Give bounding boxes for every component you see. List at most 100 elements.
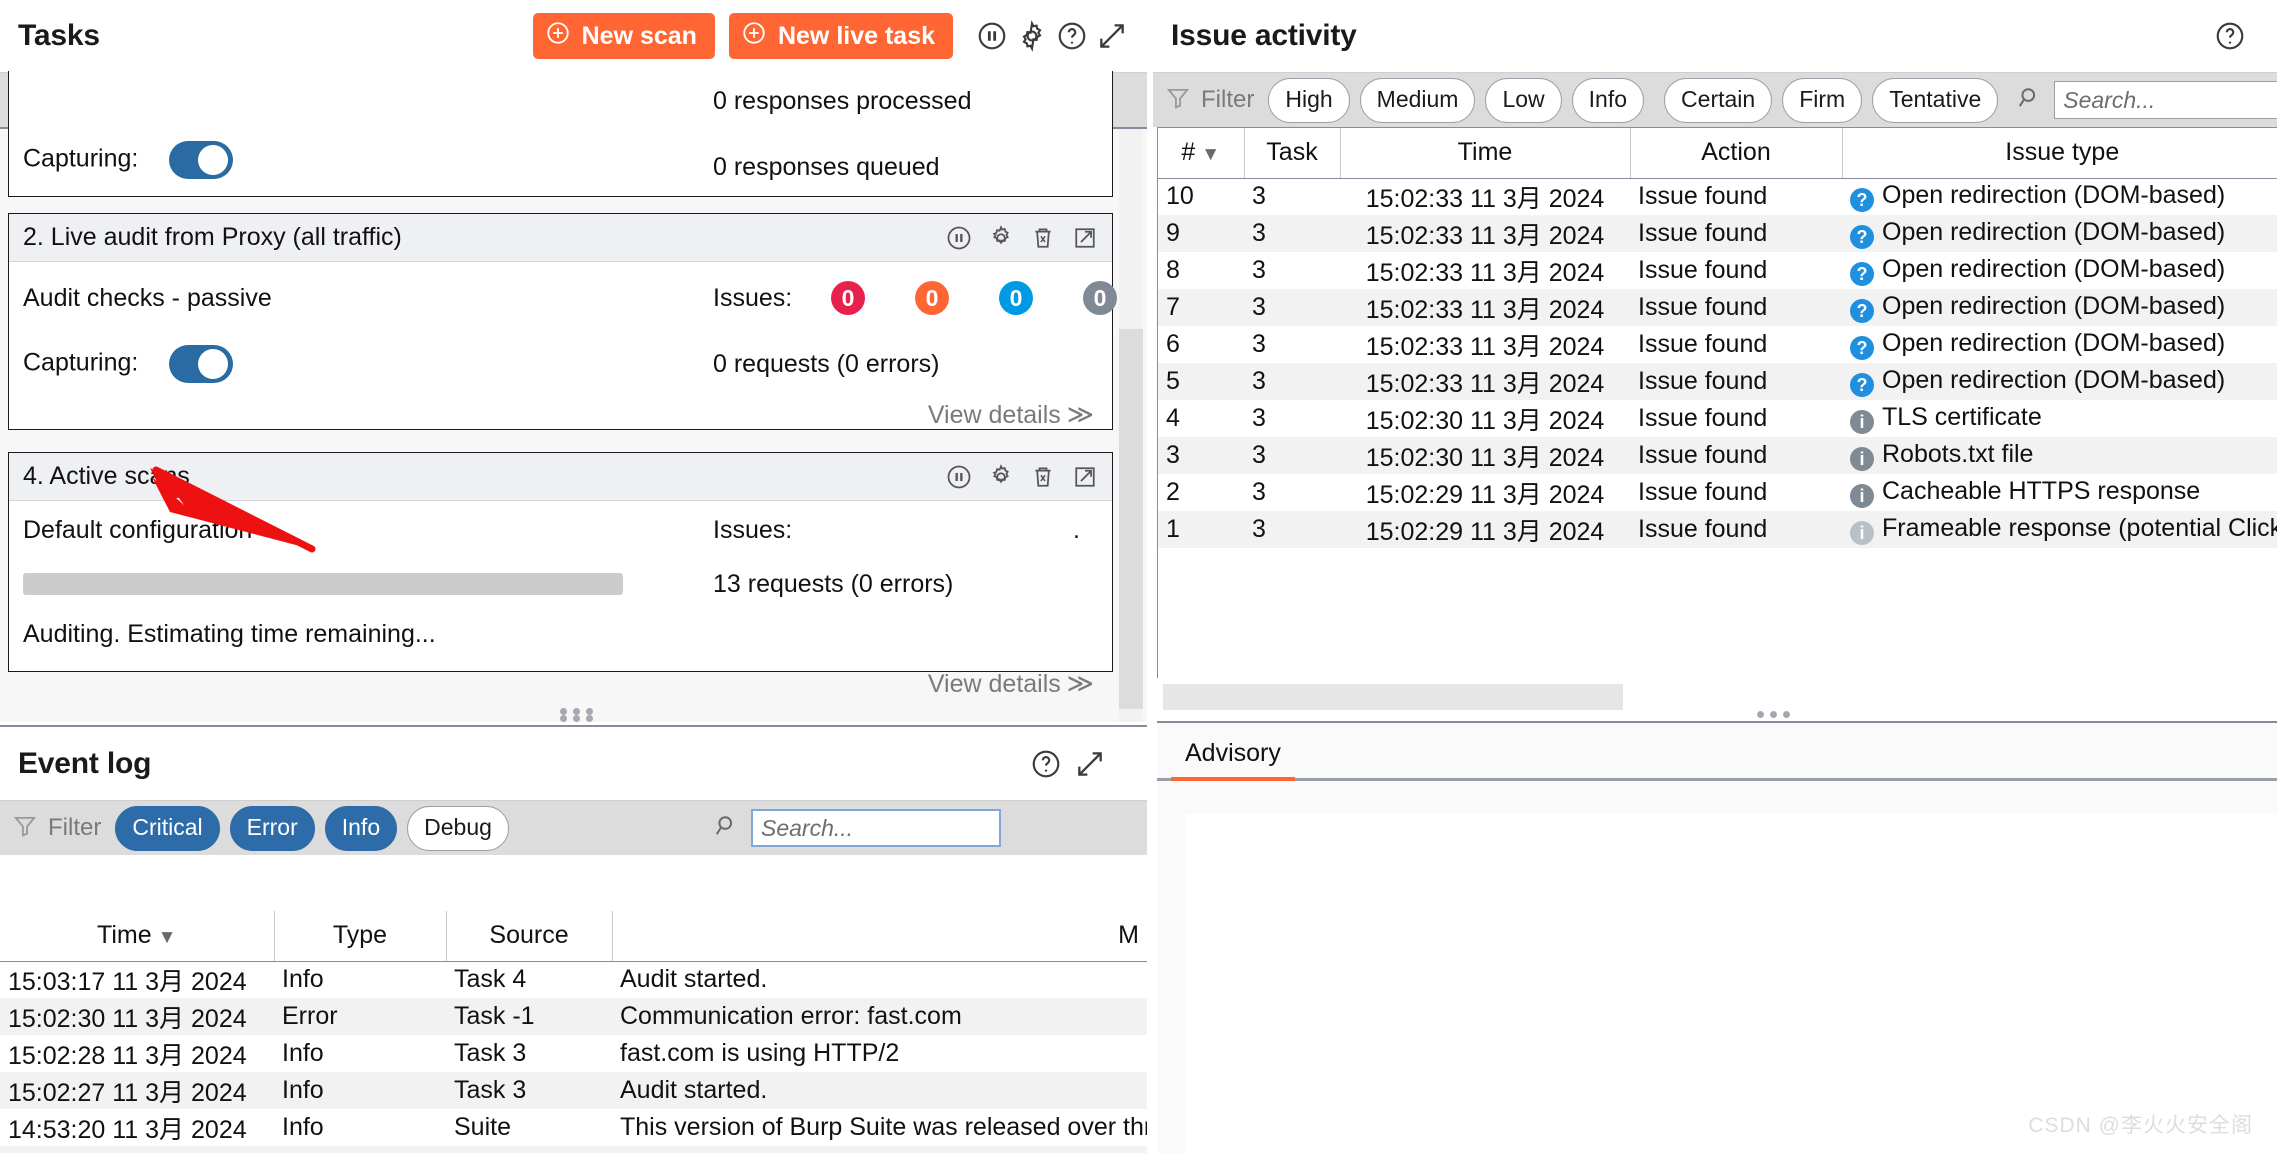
view-details-link[interactable]: View details ≫ — [928, 668, 1094, 699]
open-in-new-window-icon[interactable] — [1068, 221, 1102, 255]
pause-icon[interactable] — [942, 221, 976, 255]
search-icon[interactable] — [2016, 84, 2044, 117]
table-row[interactable]: 3 3 15:02:30 11 3月 2024 Issue found i Robots.… — [1158, 437, 2277, 474]
cell-source: Task 4 — [454, 965, 527, 994]
table-row[interactable]: 9 3 15:02:33 11 3月 2024 Issue found? Open re… — [1158, 215, 2277, 252]
table-row[interactable]: 14:53:20 11 3月 2024 Info Suite This vers… — [0, 1109, 1147, 1146]
toggle-knob — [198, 349, 229, 379]
confidence-pill-certain[interactable]: Certain — [1664, 77, 1773, 123]
cell-message: Communication error: fast.com — [620, 1002, 962, 1030]
event-log-search-input[interactable] — [751, 809, 1001, 847]
column-header-source[interactable]: Source — [446, 911, 613, 962]
delete-icon[interactable] — [1026, 221, 1060, 255]
tasks-resize-grip[interactable] — [560, 708, 593, 715]
table-row[interactable]: 7 3 15:02:33 11 3月 2024 Issue found? Open re… — [1158, 289, 2277, 326]
issue-activity-title: Issue activity — [1171, 19, 1357, 52]
table-row[interactable]: 15:02:27 11 3月 2024 Info Task 3 Audit st… — [0, 1072, 1147, 1109]
table-row[interactable]: 15:03:17 11 3月 2024 Info Task 4 Audit st… — [0, 961, 1147, 998]
severity-pill-medium[interactable]: Medium — [1359, 77, 1476, 123]
table-row[interactable]: 15:02:28 11 3月 2024 Info Task 3 fast.com… — [0, 1035, 1147, 1072]
severity-pill-low[interactable]: Low — [1485, 77, 1562, 123]
help-icon[interactable] — [1055, 19, 1089, 53]
cell-action: Issue found — [1638, 256, 1768, 284]
view-details-link[interactable]: View details ≫ — [928, 399, 1094, 430]
table-row[interactable]: 4 3 15:02:30 11 3月 2024 Issue found i TLS cer… — [1158, 400, 2277, 437]
table-row[interactable]: 6 3 15:02:33 11 3月 2024 Issue found? Open re… — [1158, 326, 2277, 363]
event-log-resize-grip[interactable] — [560, 715, 593, 722]
info-severity-icon: i — [1850, 521, 1874, 545]
capturing-toggle[interactable] — [169, 141, 234, 179]
info-severity-icon: i — [1850, 484, 1874, 508]
gear-icon[interactable] — [1015, 19, 1049, 53]
column-header-time[interactable]: Time — [1340, 128, 1631, 179]
pause-icon[interactable] — [942, 460, 976, 494]
cell-message: Audit started. — [620, 965, 768, 994]
severity-pill-high[interactable]: High — [1268, 77, 1350, 123]
task-card-partial[interactable]: Capturing: 0 responses processed 0 respo… — [8, 71, 1113, 197]
tasks-titlebar: Tasks New scan New live task — [0, 0, 1147, 72]
issue-count-info: 0 — [1083, 281, 1117, 315]
task-card-partial-right: 0 responses processed 0 responses queued — [713, 87, 1094, 182]
table-row[interactable]: 10 3 15:02:33 11 3月 2024 Issue found? Open r… — [1158, 178, 2277, 215]
table-row[interactable]: 2 3 15:02:29 11 3月 2024 Issue found i Cacheab… — [1158, 474, 2277, 511]
issues-label: Issues: — [713, 515, 793, 544]
column-header-message[interactable]: M — [612, 911, 1147, 962]
confidence-pill-tentative[interactable]: Tentative — [1872, 77, 1999, 123]
column-label-time: Time — [97, 921, 152, 950]
task-card-partial-left: Capturing: — [23, 89, 713, 179]
column-header-issue-type[interactable]: Issue type — [1842, 128, 2277, 179]
issue-activity-hscrollbar-track[interactable] — [1157, 684, 2277, 710]
filter-label: Filter — [48, 814, 102, 841]
column-header-type[interactable]: Type — [274, 911, 447, 962]
event-filter-pill-debug[interactable]: Debug — [407, 805, 509, 851]
expand-icon[interactable] — [1095, 19, 1129, 53]
table-row[interactable]: 5 3 15:02:33 11 3月 2024 Issue found? Open re… — [1158, 363, 2277, 400]
issues-label: Issues: — [713, 283, 793, 312]
issue-type-label: Open redirection (DOM-based) — [1882, 329, 2226, 357]
task-card-active-scans[interactable]: 4. Active scans Default configuration Is… — [8, 452, 1113, 698]
column-header-task[interactable]: Task — [1244, 128, 1341, 179]
event-filter-pill-error[interactable]: Error — [229, 805, 315, 851]
column-header-number[interactable]: # ▼ — [1158, 128, 1245, 179]
table-row[interactable]: 8 3 15:02:33 11 3月 2024 Issue found? Open re… — [1158, 252, 2277, 289]
cell-number: 4 — [1166, 404, 1180, 432]
new-scan-button[interactable]: New scan — [532, 13, 715, 59]
severity-pill-info[interactable]: Info — [1571, 77, 1645, 123]
table-row[interactable]: 14:53:19 11 3月 2024 Info Proxy Proxy ser… — [0, 1146, 1147, 1153]
event-filter-pill-info[interactable]: Info — [324, 805, 398, 851]
cell-source: Task 3 — [454, 1039, 527, 1067]
pause-icon[interactable] — [975, 19, 1009, 53]
table-row[interactable]: 15:02:30 11 3月 2024 Error Task -1 Commun… — [0, 998, 1147, 1035]
expand-icon[interactable] — [1073, 747, 1107, 781]
issue-count-low: 0 — [999, 281, 1033, 315]
issue-activity-hscrollbar-thumb[interactable] — [1163, 684, 1623, 710]
column-header-time[interactable]: Time ▼ — [0, 911, 275, 962]
column-header-action[interactable]: Action — [1630, 128, 1843, 179]
capturing-toggle[interactable] — [169, 345, 234, 383]
capturing-label: Capturing: — [23, 144, 139, 173]
tab-advisory[interactable]: Advisory — [1171, 739, 1295, 781]
table-row[interactable]: 1 3 15:02:29 11 3月 2024 Issue found i Frameab… — [1158, 511, 2277, 548]
advisory-resize-grip[interactable] — [1757, 711, 1790, 718]
cell-number: 5 — [1166, 367, 1180, 395]
cell-task: 3 — [1252, 404, 1266, 432]
search-icon[interactable] — [713, 812, 741, 845]
event-filter-pill-critical[interactable]: Critical — [115, 805, 220, 851]
issue-activity-search-input[interactable] — [2054, 81, 2277, 119]
responses-queued-text: 0 responses queued — [713, 152, 940, 181]
confidence-pill-firm[interactable]: Firm — [1782, 77, 1863, 123]
help-icon[interactable] — [2213, 19, 2247, 53]
tasks-scrollbar-thumb[interactable] — [1119, 329, 1143, 709]
issue-activity-header-row: # ▼ Task Time Action Issue type — [1158, 128, 2277, 179]
cell-type: Info — [282, 1076, 324, 1104]
task-card-live-audit[interactable]: 2. Live audit from Proxy (all traffic) A… — [8, 213, 1117, 430]
issue-type-label: Open redirection (DOM-based) — [1882, 255, 2226, 283]
cell-number: 8 — [1166, 256, 1180, 284]
new-live-task-button[interactable]: New live task — [728, 13, 953, 59]
cell-task: 3 — [1252, 256, 1266, 284]
gear-icon[interactable] — [984, 221, 1018, 255]
help-icon[interactable] — [1029, 747, 1063, 781]
open-in-new-window-icon[interactable] — [1068, 460, 1102, 494]
delete-icon[interactable] — [1026, 460, 1060, 494]
gear-icon[interactable] — [984, 460, 1018, 494]
